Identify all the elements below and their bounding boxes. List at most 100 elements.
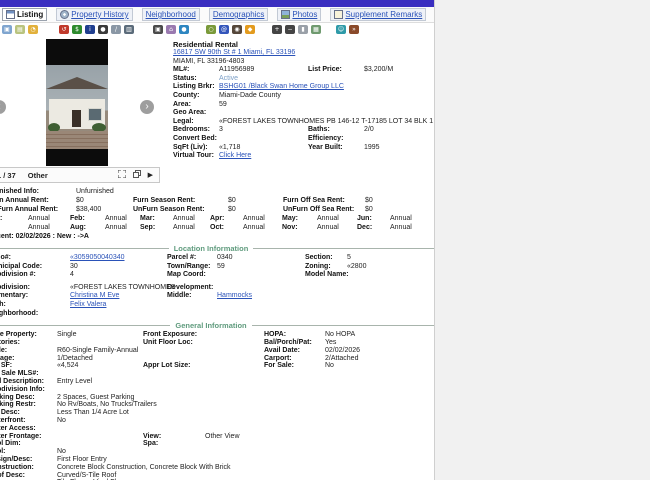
- field-value: [219, 109, 308, 118]
- tab-neighborhood[interactable]: Neighborhood: [142, 8, 200, 21]
- photo-prev-button[interactable]: ‹: [0, 100, 6, 114]
- copy-photo-icon[interactable]: [133, 170, 141, 180]
- field-value: [70, 310, 167, 319]
- tab-supplement-remarks[interactable]: Supplement Remarks: [330, 8, 426, 21]
- field-label: Type Property:: [0, 331, 57, 339]
- history-tab-icon: [60, 10, 69, 19]
- tab-demographics[interactable]: Demographics: [209, 8, 269, 21]
- field-value: [205, 355, 264, 363]
- field-link[interactable]: Hammocks: [217, 292, 305, 301]
- field-value: $0: [365, 205, 434, 214]
- field-label: Convert Bed:: [173, 135, 219, 144]
- field-label: Roof Desc:: [0, 472, 57, 480]
- divider: [0, 325, 170, 326]
- field-value: $38,400: [76, 205, 133, 214]
- field-value: Annual: [105, 223, 140, 232]
- camera-icon[interactable]: ●: [98, 25, 108, 34]
- field-value: «2800: [347, 263, 434, 272]
- smiley-icon[interactable]: ☺: [336, 25, 346, 34]
- image-view-icon[interactable]: ▣: [2, 25, 12, 34]
- field-label: Subdivision Info:: [0, 386, 57, 394]
- field-label: Lot Desc:: [0, 409, 57, 417]
- fullscreen-icon[interactable]: [118, 170, 126, 180]
- mail-icon[interactable]: @: [219, 25, 229, 34]
- contact-card-icon[interactable]: ▮: [298, 25, 308, 34]
- photo-frame-icon[interactable]: ▣: [153, 25, 163, 34]
- field-label: Listing Brkr:: [173, 83, 219, 92]
- house-icon[interactable]: ⌂: [166, 25, 176, 34]
- photo-next-button[interactable]: ›: [140, 100, 154, 114]
- field-link[interactable]: BSHG01 /Black Swan Home Group LLC: [219, 83, 308, 92]
- house-window: [88, 108, 102, 121]
- add-contact-icon[interactable]: +: [272, 25, 282, 34]
- edit-icon[interactable]: /: [111, 25, 121, 34]
- mls-listing-window: Listing Property History Neighborhood Demog…: [0, 0, 435, 480]
- field-value: Concrete Block Construction, Concrete Bl…: [57, 464, 143, 472]
- field-row: Status:Active: [173, 75, 393, 84]
- field-label: High:: [0, 301, 70, 310]
- field-value: Annual: [243, 214, 282, 223]
- brick-driveway: [46, 131, 108, 149]
- tab-listing[interactable]: Listing: [2, 8, 47, 21]
- field-value: Annual: [317, 223, 357, 232]
- tab-property-history[interactable]: Property History: [56, 8, 132, 21]
- refresh-icon[interactable]: ↺: [59, 25, 69, 34]
- info-icon[interactable]: i: [85, 25, 95, 34]
- field-label: Lot SF:: [0, 362, 57, 370]
- field-row: # Stories:Unit Floor Loc:Bal/Porch/Pat:Y…: [0, 339, 434, 347]
- field-link[interactable]: Felix Valera: [70, 301, 167, 310]
- field-row: Subdivision Info:: [0, 386, 434, 394]
- photo-carousel: ‹ › 1 / 37 Other ▶: [0, 39, 160, 182]
- field-value: Annual: [317, 214, 357, 223]
- globe-icon[interactable]: ○: [206, 25, 216, 34]
- field-row: Lot SF:«4,524Appr Lot Size:For Sale:No: [0, 362, 434, 370]
- tab-photos[interactable]: Photos: [277, 8, 321, 21]
- field-label: Elementary:: [0, 292, 70, 301]
- compass-icon[interactable]: ◆: [245, 25, 255, 34]
- field-value: [347, 271, 434, 280]
- tab-label: Listing: [17, 9, 43, 20]
- field-row: Folio#:«3059050040340Parcel #:0340Sectio…: [0, 254, 434, 263]
- field-label: Apr:: [210, 214, 243, 223]
- calculator-icon[interactable]: ▦: [311, 25, 321, 34]
- field-link[interactable]: Click Here: [219, 152, 308, 161]
- field-label: Town/Range:: [167, 263, 217, 272]
- toolbar: ▣▤◔↺$i●/▥▣⌂●○@◉◆+−▮▦☺»: [0, 23, 434, 37]
- field-value: [217, 284, 305, 293]
- tab-label: Supplement Remarks: [345, 9, 422, 20]
- field-label: County:: [173, 92, 219, 101]
- field-value: Active: [219, 75, 308, 84]
- field-link[interactable]: Christina M Eve: [70, 292, 167, 301]
- field-label: Jun:: [357, 214, 390, 223]
- field-value: Miami-Dade County: [219, 92, 308, 101]
- field-value: [143, 347, 205, 355]
- top-row: ‹ › 1 / 37 Other ▶ Residential Rental: [0, 39, 434, 182]
- gallery-icon[interactable]: ▤: [15, 25, 25, 34]
- eye-icon[interactable]: ◉: [232, 25, 242, 34]
- stamp-icon[interactable]: »: [349, 25, 359, 34]
- stats-icon[interactable]: ▥: [124, 25, 134, 34]
- field-value: Annual: [390, 223, 434, 232]
- field-label: Status:: [173, 75, 219, 84]
- slideshow-play-icon[interactable]: ▶: [148, 171, 153, 179]
- field-link[interactable]: «3059050040340: [70, 254, 167, 263]
- clock-icon[interactable]: ◔: [28, 25, 38, 34]
- address-link[interactable]: 16817 SW 90th St # 1 Miami, FL 33196: [173, 49, 295, 58]
- listing-photo[interactable]: [46, 39, 108, 166]
- field-row: Subdivision:«FOREST LAKES TOWNHOMESDevel…: [0, 284, 434, 293]
- field-label: Water Frontage:: [0, 433, 57, 441]
- field-row: Listing Brkr:BSHG01 /Black Swan Home Gro…: [173, 83, 393, 92]
- general-section-header: General Information: [0, 321, 434, 330]
- field-label: HOPA:: [264, 331, 325, 339]
- field-label: Design/Desc:: [0, 456, 57, 464]
- field-label: Development:: [167, 284, 217, 293]
- dollar-icon[interactable]: $: [72, 25, 82, 34]
- field-value: [205, 339, 264, 347]
- remove-contact-icon[interactable]: −: [285, 25, 295, 34]
- field-label: Legal:: [173, 118, 219, 127]
- location-fields: Folio#:«3059050040340Parcel #:0340Sectio…: [0, 254, 434, 318]
- field-value: 4: [70, 271, 167, 280]
- field-value: Annual: [28, 214, 70, 223]
- field-value: Less Than 1/4 Acre Lot: [57, 409, 143, 417]
- water-drop-icon[interactable]: ●: [179, 25, 189, 34]
